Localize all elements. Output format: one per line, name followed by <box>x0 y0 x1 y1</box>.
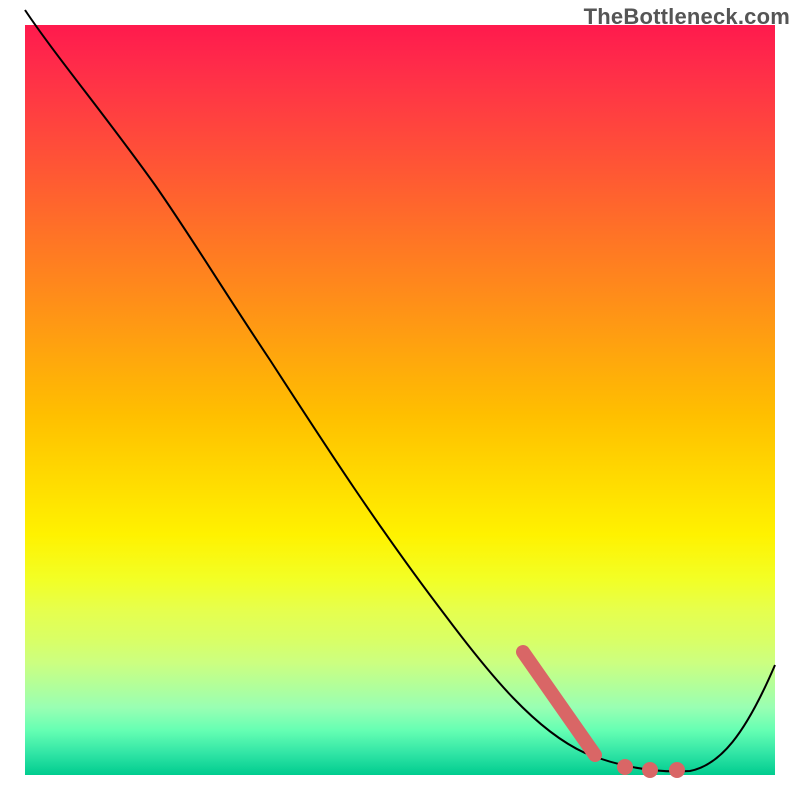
optimal-zone-dot <box>669 762 685 778</box>
optimal-zone-segment <box>523 652 595 755</box>
chart-svg <box>25 25 775 775</box>
optimal-zone-dot <box>617 759 633 775</box>
bottleneck-curve <box>25 10 775 771</box>
optimal-zone-dot <box>642 762 658 778</box>
